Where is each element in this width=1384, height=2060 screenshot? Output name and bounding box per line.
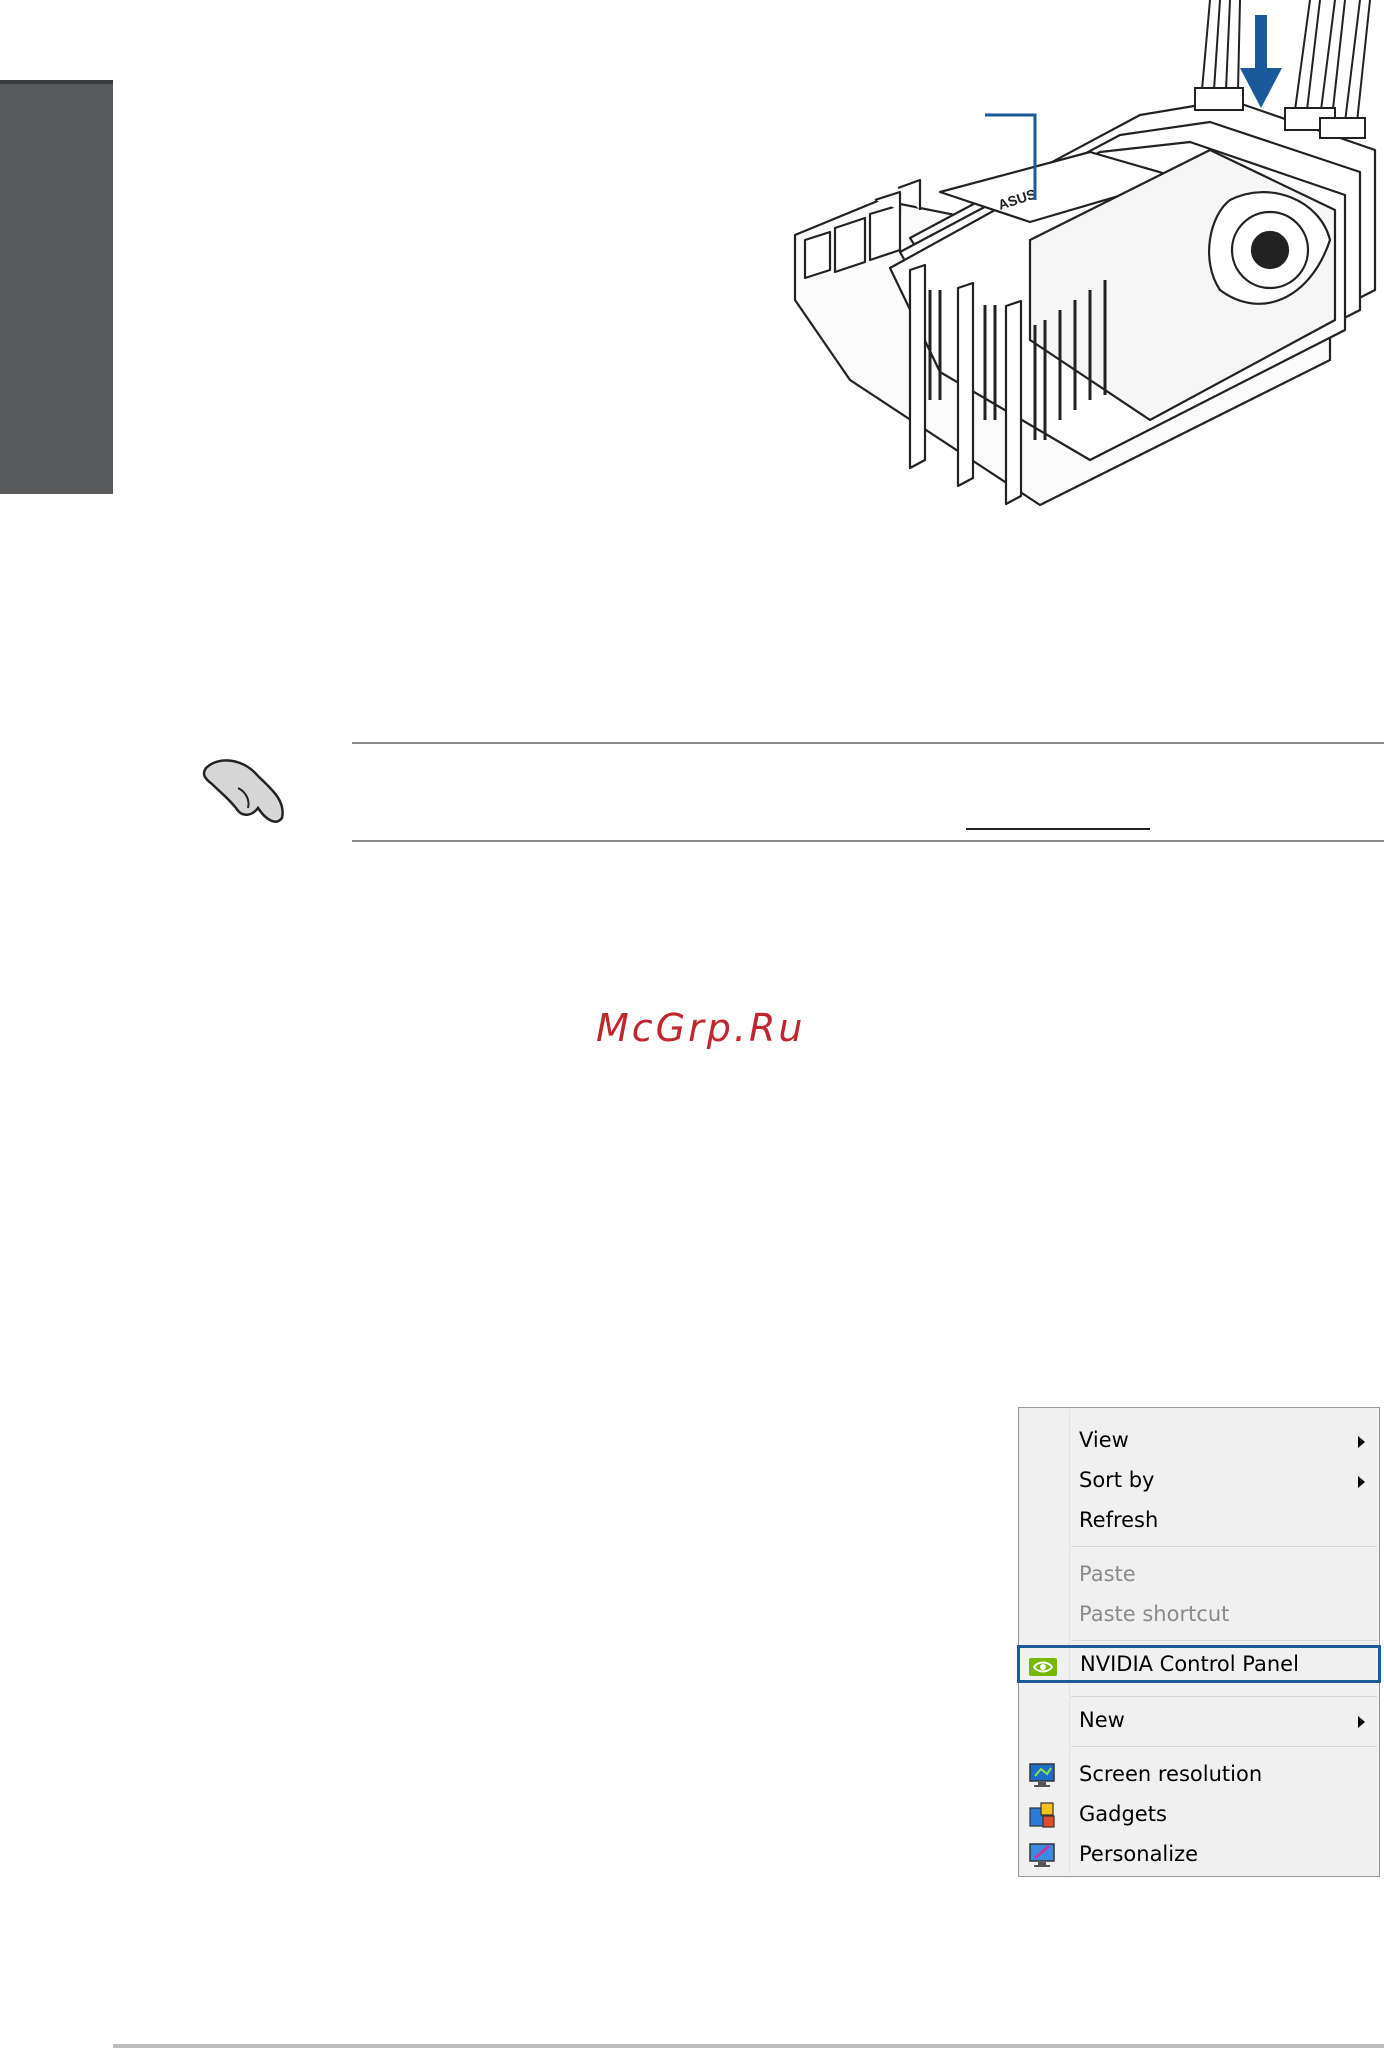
menu-separator (1071, 1696, 1377, 1697)
menu-item-label: Refresh (1079, 1508, 1159, 1532)
menu-item-screen-resolution[interactable]: Screen resolution (1019, 1756, 1379, 1794)
menu-item-label: NVIDIA Control Panel (1080, 1652, 1299, 1676)
submenu-arrow-icon (1358, 1436, 1365, 1448)
submenu-arrow-icon (1358, 1716, 1365, 1728)
menu-item-refresh[interactable]: Refresh (1019, 1502, 1379, 1540)
page-footer-rule (113, 2044, 1384, 2048)
insert-arrow-icon (1240, 15, 1282, 108)
menu-item-label: View (1079, 1428, 1129, 1452)
menu-item-label: Sort by (1079, 1468, 1155, 1492)
monitor-icon (1029, 1763, 1055, 1787)
menu-item-nvidia-control-panel[interactable]: NVIDIA Control Panel (1017, 1645, 1381, 1683)
submenu-arrow-icon (1358, 1476, 1365, 1488)
watermark-text: McGrp.Ru (596, 1006, 806, 1050)
menu-separator (1071, 1640, 1377, 1641)
menu-item-new[interactable]: New (1019, 1702, 1379, 1740)
menu-item-view[interactable]: View (1019, 1422, 1379, 1460)
menu-item-personalize[interactable]: Personalize (1019, 1836, 1379, 1874)
note-link-underline[interactable] (966, 802, 1150, 830)
menu-item-label: Paste shortcut (1079, 1602, 1230, 1626)
note-top-rule (352, 742, 1384, 744)
chapter-side-tab (0, 80, 113, 494)
desktop-context-menu: View Sort by Refresh Paste Paste shortcu… (1017, 1407, 1381, 1877)
gadgets-icon (1029, 1802, 1055, 1828)
note-bottom-rule (352, 840, 1384, 842)
personalize-icon (1029, 1843, 1055, 1867)
menu-item-sort-by[interactable]: Sort by (1019, 1462, 1379, 1500)
menu-item-gadgets[interactable]: Gadgets (1019, 1796, 1379, 1834)
menu-item-label: Screen resolution (1079, 1762, 1263, 1786)
chapter-side-tab-edge (0, 80, 113, 84)
menu-item-paste: Paste (1019, 1556, 1379, 1594)
menu-separator (1071, 1546, 1377, 1547)
menu-separator (1071, 1746, 1377, 1747)
graphics-cards-installation-illustration: ASUS (793, 0, 1377, 507)
menu-item-label: Paste (1079, 1562, 1136, 1586)
menu-item-paste-shortcut: Paste shortcut (1019, 1596, 1379, 1634)
nvidia-icon (1029, 1658, 1057, 1676)
menu-item-label: Personalize (1079, 1842, 1199, 1866)
menu-item-label: New (1079, 1708, 1125, 1732)
pointing-hand-note-icon (202, 759, 284, 823)
menu-item-label: Gadgets (1079, 1802, 1167, 1826)
